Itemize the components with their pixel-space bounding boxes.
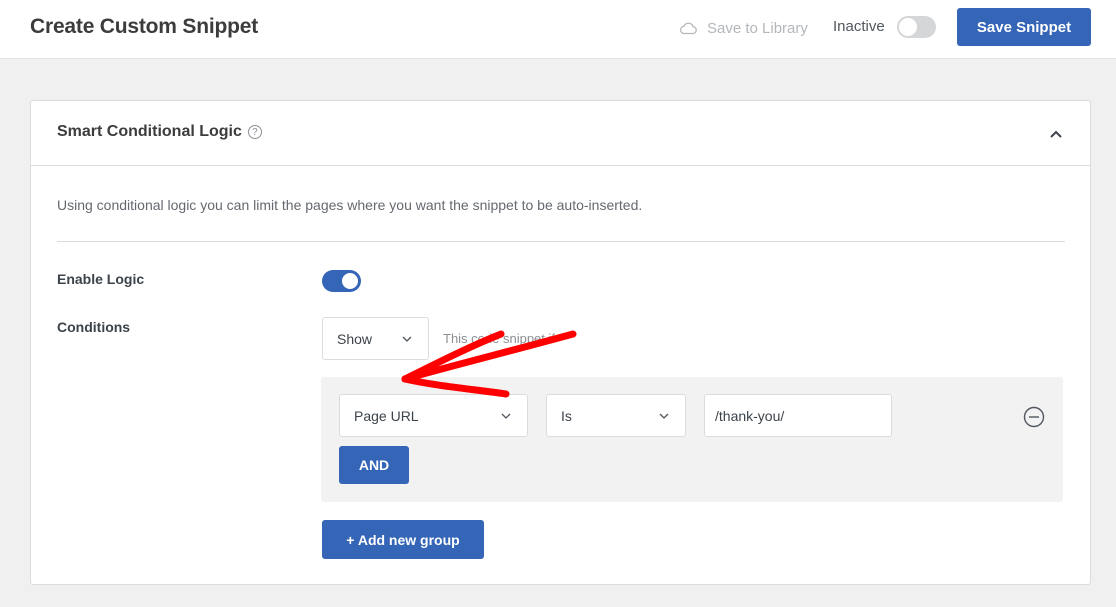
minus-circle-icon[interactable] [1023,406,1045,428]
save-to-library-label: Save to Library [707,19,808,37]
divider [57,241,1065,242]
enable-logic-toggle[interactable] [322,270,361,292]
chevron-down-icon [402,336,412,342]
chevron-up-icon[interactable] [1049,127,1063,141]
save-to-library-button[interactable]: Save to Library [679,18,808,38]
condition-group: Page URL Is AND [321,377,1063,502]
visibility-select-value: Show [337,330,373,347]
chevron-down-icon [501,413,511,419]
smart-conditional-logic-panel: Smart Conditional Logic ? Using conditio… [30,100,1091,585]
chevron-down-icon [659,413,669,419]
cloud-icon [679,22,697,35]
top-bar: Create Custom Snippet Save to Library In… [0,0,1116,59]
visibility-select[interactable]: Show [322,317,429,360]
enable-logic-label: Enable Logic [57,271,145,287]
active-toggle[interactable] [897,16,936,38]
add-new-group-button[interactable]: + Add new group [322,520,484,559]
panel-description: Using conditional logic you can limit th… [57,197,643,213]
rule-field-value: Page URL [354,407,419,424]
panel-title-text: Smart Conditional Logic [57,123,242,140]
rule-operator-select[interactable]: Is [546,394,686,437]
toggle-knob [342,273,358,289]
conditions-suffix-text: This code snippet if [443,331,556,346]
rule-value-input[interactable] [704,394,892,437]
conditions-label: Conditions [57,319,131,335]
rule-operator-value: Is [561,407,572,424]
rule-field-select[interactable]: Page URL [339,394,528,437]
panel-title: Smart Conditional Logic ? [57,123,262,141]
page-title: Create Custom Snippet [30,15,258,38]
toggle-knob [899,18,917,36]
save-snippet-button[interactable]: Save Snippet [957,8,1091,46]
status-label: Inactive [833,18,885,35]
help-circle-icon[interactable]: ? [247,125,262,139]
panel-header[interactable]: Smart Conditional Logic ? [31,101,1090,166]
and-button[interactable]: AND [339,446,409,484]
